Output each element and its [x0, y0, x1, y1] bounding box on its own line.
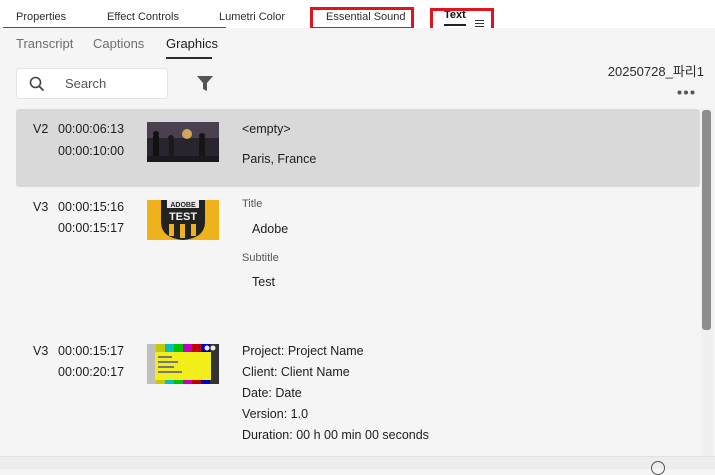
track-label: V3 — [33, 344, 49, 358]
tab-graphics[interactable]: Graphics — [166, 28, 218, 60]
highlight-essential-sound — [310, 7, 414, 30]
tab-captions[interactable]: Captions — [93, 28, 144, 60]
graphics-list: V2 00:00:06:13 00:00:10:00 <empty> Paris… — [0, 108, 715, 456]
scrollbar-thumb[interactable] — [702, 110, 711, 330]
timecode-in: 00:00:06:13 — [58, 122, 125, 136]
field-value: <empty> — [242, 122, 291, 136]
list-item[interactable]: V3 00:00:15:17 00:00:20:17 Project: Proj… — [16, 336, 700, 456]
field-value: Duration: 00 h 00 min 00 seconds — [242, 428, 429, 442]
filter-icon[interactable] — [197, 76, 213, 92]
tab-effect-controls[interactable]: Effect Controls — [107, 0, 179, 28]
tab-lumetri-color[interactable]: Lumetri Color — [219, 0, 285, 28]
field-label-title: Title — [242, 198, 263, 210]
timecode-in: 00:00:15:17 — [58, 344, 125, 358]
search-input[interactable]: Search — [65, 69, 106, 99]
text-subtab-bar: Transcript Captions Graphics 20250728_파리… — [0, 28, 715, 79]
slate-color-bars-thumbnail — [147, 344, 219, 384]
list-item[interactable]: V3 00:00:15:16 00:00:15:17 ADOBE TEST Ti… — [16, 190, 700, 330]
field-value: Client: Client Name — [242, 365, 350, 379]
badge-main-text: TEST — [169, 211, 197, 223]
field-value: Version: 1.0 — [242, 407, 309, 421]
field-value: Paris, France — [242, 152, 317, 166]
bottom-bar — [0, 456, 715, 469]
timecode-out: 00:00:15:17 — [58, 221, 125, 235]
tab-transcript[interactable]: Transcript — [16, 28, 73, 60]
circle-icon[interactable] — [651, 461, 665, 475]
field-label-subtitle: Subtitle — [242, 252, 279, 264]
more-options-icon[interactable] — [677, 82, 695, 95]
badge-top-text: ADOBE — [170, 202, 196, 209]
timecode-out: 00:00:10:00 — [58, 144, 125, 158]
field-value: Project: Project Name — [242, 344, 364, 358]
field-value-title[interactable]: Adobe — [252, 222, 288, 236]
search-icon — [29, 76, 45, 92]
track-label: V3 — [33, 200, 49, 214]
timecode-out: 00:00:20:17 — [58, 365, 125, 379]
adobe-test-badge-thumbnail: ADOBE TEST — [147, 200, 219, 240]
search-field[interactable]: Search — [16, 68, 168, 99]
paris-street-thumbnail — [147, 122, 219, 162]
active-tab-underline — [166, 57, 212, 59]
field-value: Date: Date — [242, 386, 302, 400]
list-item[interactable]: V2 00:00:06:13 00:00:10:00 <empty> Paris… — [16, 109, 700, 187]
track-label: V2 — [33, 122, 49, 136]
field-value-subtitle[interactable]: Test — [252, 275, 275, 289]
tab-properties[interactable]: Properties — [16, 0, 66, 28]
timecode-in: 00:00:15:16 — [58, 200, 125, 214]
